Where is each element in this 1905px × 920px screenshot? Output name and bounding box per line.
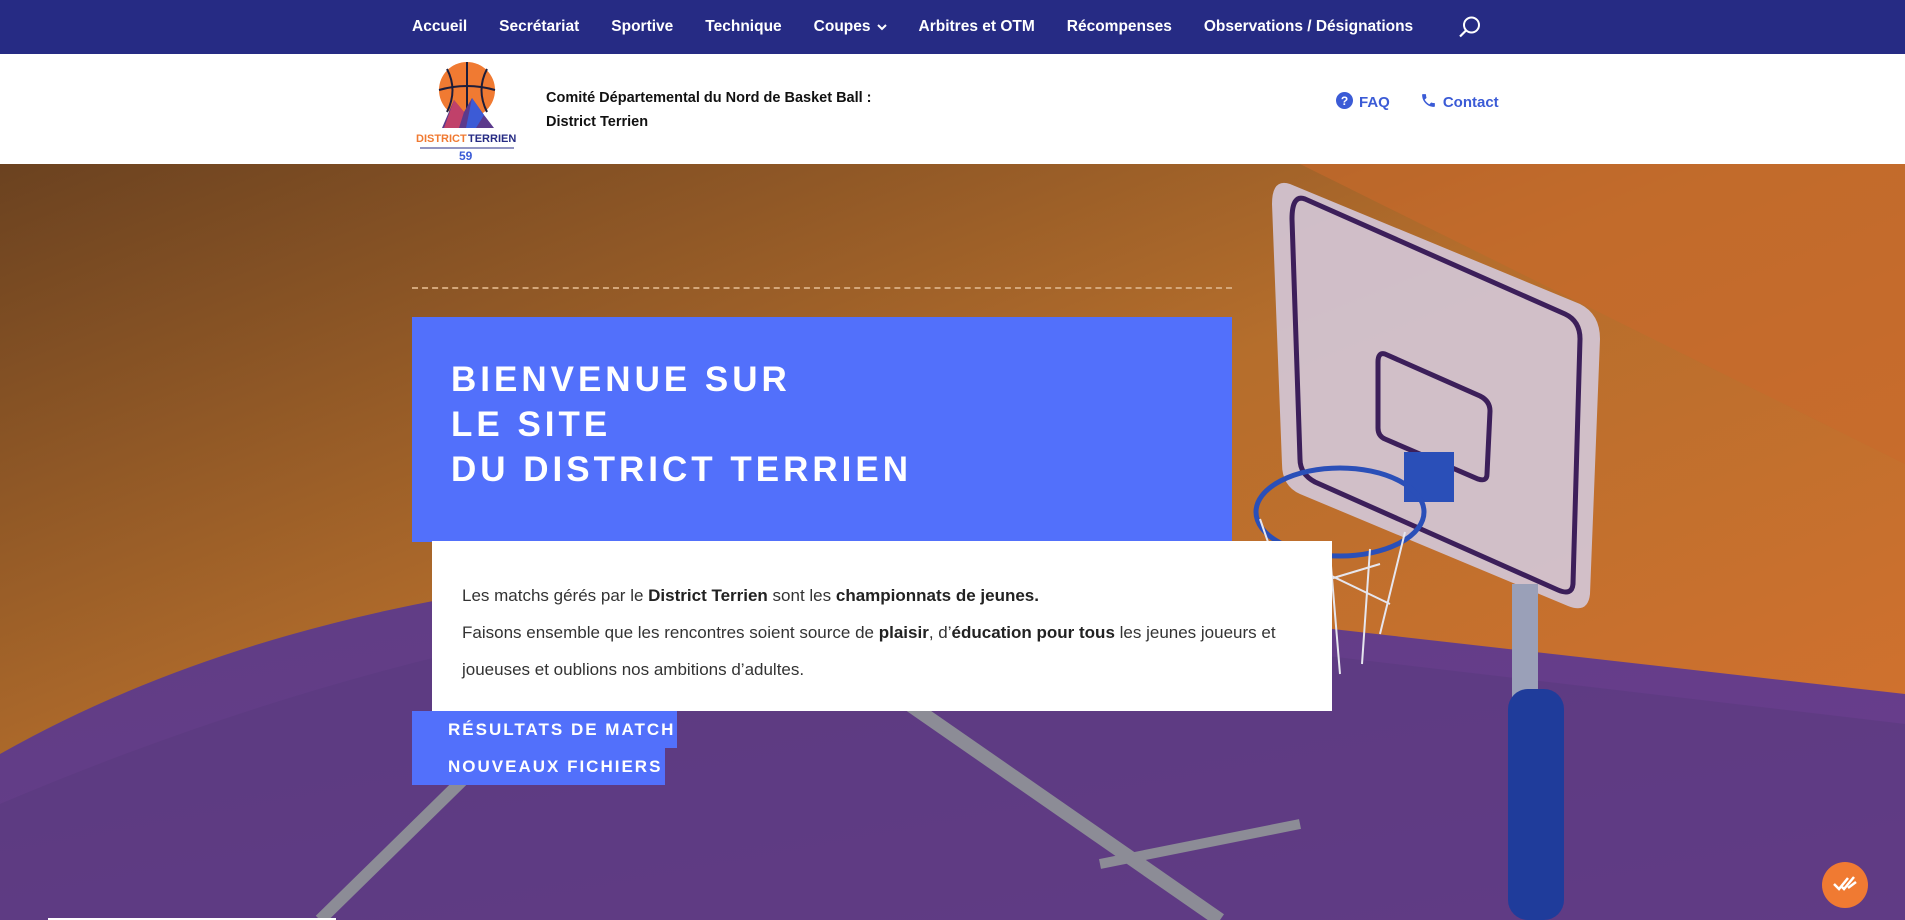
welcome-line3: DU DISTRICT TERRIEN: [451, 450, 912, 489]
header-links: ? FAQ Contact: [1336, 92, 1529, 113]
faq-link[interactable]: ? FAQ: [1336, 92, 1390, 113]
question-circle-icon: ?: [1336, 92, 1359, 113]
accessibility-check-button[interactable]: [1822, 862, 1868, 908]
intro-bold-text: championnats de jeunes.: [835, 586, 1039, 605]
nav-item-coupes[interactable]: Coupes: [814, 18, 887, 36]
intro-card: Les matchs gérés par le District Terrien…: [432, 541, 1332, 711]
nav-item-technique[interactable]: Technique: [705, 18, 781, 36]
intro-text: , d’: [928, 623, 952, 642]
nav-item-label: Arbitres et OTM: [918, 18, 1035, 35]
dashed-divider: [412, 287, 1232, 289]
welcome-line2: LE SITE: [451, 405, 612, 444]
site-title: Comité Départemental du Nord de Basket B…: [546, 86, 872, 134]
contact-link[interactable]: Contact: [1420, 92, 1499, 113]
intro-text: sont les: [767, 586, 836, 605]
intro-bold-text: éducation pour tous: [951, 623, 1115, 642]
nav-item-arbitres[interactable]: Arbitres et OTM: [919, 18, 1035, 36]
nav-item-label: Accueil: [412, 18, 468, 35]
svg-text:DISTRICT: DISTRICT: [416, 133, 467, 145]
intro-paragraph-2: Faisons ensemble que les rencontres soie…: [462, 614, 1302, 688]
welcome-heading: BIENVENUE SUR LE SITE DU DISTRICT TERRIE…: [451, 357, 912, 492]
chevron-down-icon: [876, 23, 887, 31]
nav-item-secretariat[interactable]: Secrétariat: [499, 18, 579, 36]
nav-item-label: Technique: [705, 18, 782, 35]
welcome-panel: BIENVENUE SUR LE SITE DU DISTRICT TERRIE…: [412, 317, 1232, 542]
phone-icon: [1420, 92, 1443, 113]
intro-bold-text: District Terrien: [648, 586, 768, 605]
nav-item-accueil[interactable]: Accueil: [412, 18, 467, 36]
intro-text: Les matchs gérés par le: [462, 586, 649, 605]
site-title-line2: District Terrien: [546, 114, 649, 130]
nav-menu: Accueil Secrétariat Sportive Technique C…: [412, 0, 1445, 54]
intro-text: Faisons ensemble que les rencontres soie…: [462, 623, 879, 642]
faq-label: FAQ: [1359, 94, 1390, 111]
new-files-button[interactable]: NOUVEAUX FICHIERS: [412, 748, 665, 785]
svg-text:59: 59: [459, 149, 473, 162]
svg-text:TERRIEN: TERRIEN: [468, 133, 516, 145]
checkmark-icon: [1832, 873, 1858, 898]
contact-label: Contact: [1442, 94, 1499, 111]
nav-item-label: Observations / Désignations: [1203, 18, 1414, 35]
intro-bold-text: plaisir: [878, 623, 929, 642]
nav-item-label: Secrétariat: [499, 18, 580, 35]
intro-paragraph-1: Les matchs gérés par le District Terrien…: [462, 577, 1302, 614]
nav-item-observations[interactable]: Observations / Désignations: [1204, 18, 1413, 36]
site-header: DISTRICT TERRIEN 59 Comité Départemental…: [0, 54, 1905, 164]
site-logo[interactable]: DISTRICT TERRIEN 59: [414, 60, 520, 163]
nav-item-label: Coupes: [813, 18, 871, 35]
hero-section: BIENVENUE SUR LE SITE DU DISTRICT TERRIE…: [0, 164, 1905, 920]
site-title-line1: Comité Départemental du Nord de Basket B…: [546, 90, 872, 106]
nav-item-sportive[interactable]: Sportive: [611, 18, 673, 36]
match-results-button[interactable]: RÉSULTATS DE MATCH: [412, 711, 677, 748]
svg-text:?: ?: [1341, 94, 1348, 108]
nav-item-label: Récompenses: [1066, 18, 1172, 35]
nav-item-label: Sportive: [611, 18, 674, 35]
welcome-line1: BIENVENUE SUR: [451, 360, 791, 399]
nav-item-recompenses[interactable]: Récompenses: [1067, 18, 1172, 36]
search-icon[interactable]: [1458, 15, 1482, 39]
top-navigation: Accueil Secrétariat Sportive Technique C…: [0, 0, 1905, 54]
